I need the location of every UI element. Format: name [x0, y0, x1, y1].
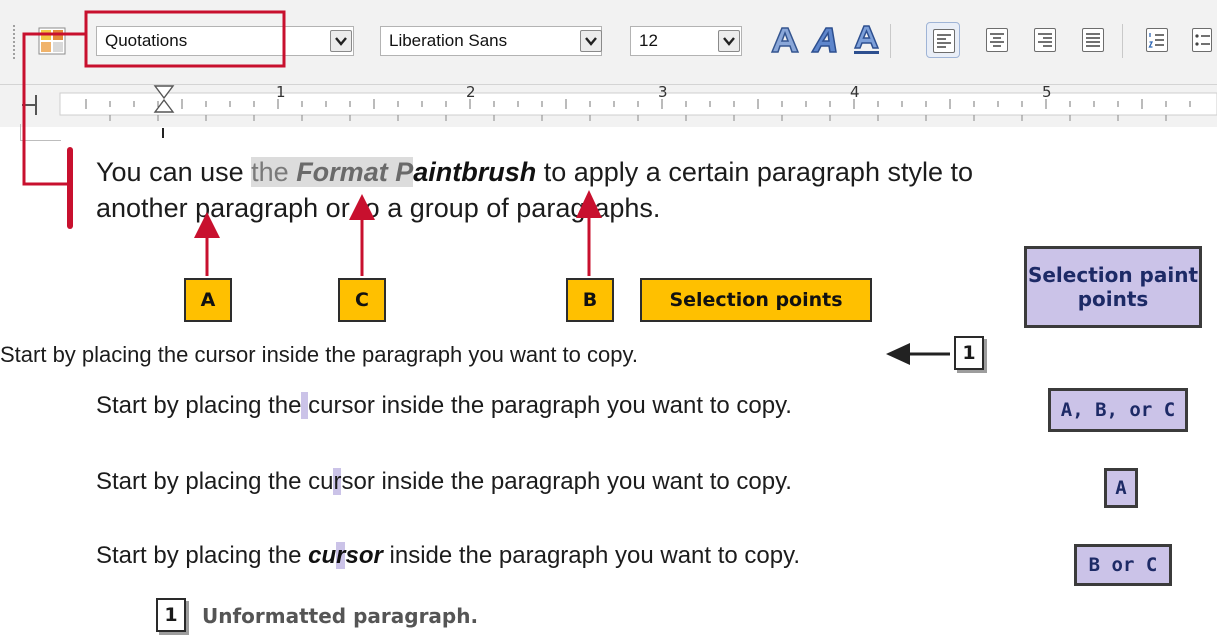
chevron-down-icon — [585, 37, 597, 46]
align-center-icon — [990, 33, 1004, 47]
sample-text: You can use — [96, 157, 252, 187]
result-row-3[interactable]: Start by placing the cursor inside the p… — [96, 542, 800, 570]
row-text: Start by placing the — [96, 542, 309, 569]
result-row-2[interactable]: Start by placing the cursor inside the p… — [96, 468, 792, 496]
bold-italic-text: aintbrush — [413, 157, 537, 187]
sample-paragraph-line-2[interactable]: another paragraph or to a group of parag… — [96, 192, 660, 224]
horizontal-ruler[interactable] — [0, 84, 1217, 127]
font-name-dropdown-button[interactable] — [580, 30, 602, 52]
callout-b: B — [566, 278, 614, 322]
ruler-number-2: 2 — [466, 83, 476, 101]
row-text: cursor inside the paragraph you want to … — [308, 392, 792, 419]
fontwork-underline-icon[interactable] — [848, 22, 884, 58]
selection-paint-points-legend: Selection paint points — [1024, 246, 1202, 328]
arrow-one-head — [886, 343, 910, 365]
step-one-badge: 1 — [954, 336, 984, 370]
ruler-number-5: 5 — [1042, 83, 1052, 101]
fontwork-italic-icon[interactable] — [808, 22, 844, 58]
bold-italic-text: sor — [345, 542, 383, 569]
selection-points-legend: Selection points — [640, 278, 872, 322]
fontwork-shadow-icon[interactable] — [766, 22, 802, 58]
selected-plain-text: the — [251, 157, 297, 187]
chevron-down-icon — [335, 37, 347, 46]
font-size-dropdown-button[interactable] — [718, 30, 740, 52]
result-row-1[interactable]: Start by placing the cursor inside the p… — [96, 392, 792, 420]
font-name-combobox[interactable]: Liberation Sans — [380, 26, 602, 56]
toolbar-separator — [890, 24, 891, 58]
bullet-list-icon — [1195, 34, 1210, 46]
selected-bold-italic-text: Format P — [296, 157, 414, 187]
text-cursor-mark — [162, 128, 164, 138]
paragraph-style-value: Quotations — [105, 31, 188, 50]
footer-number-badge: 1 — [156, 598, 186, 632]
numbered-list-icon — [1148, 33, 1164, 48]
align-right-icon — [1038, 33, 1052, 47]
font-name-value: Liberation Sans — [389, 31, 508, 50]
sample-text: to apply a certain paragraph style to — [536, 157, 973, 187]
font-size-value: 12 — [639, 31, 658, 50]
tab-stop-icon — [22, 95, 37, 115]
toolbar-grip-handle[interactable] — [12, 24, 16, 60]
chevron-down-icon — [723, 37, 735, 46]
align-left-icon — [937, 34, 951, 48]
footer-label: Unformatted paragraph. — [202, 604, 479, 628]
ruler-number-3: 3 — [658, 83, 668, 101]
sample-paragraph-line-1[interactable]: You can use the Format Paintbrush to app… — [96, 156, 973, 188]
row-text: Start by placing the cu — [96, 468, 334, 495]
bold-italic-text: cu — [308, 542, 337, 569]
row-text: Start by placing the — [96, 392, 302, 419]
badge-a: A — [1104, 468, 1138, 508]
toolbar-separator — [1122, 24, 1123, 58]
paragraph-style-combobox[interactable]: Quotations — [96, 26, 354, 56]
styles-icon[interactable] — [38, 26, 66, 56]
selection-paint-points-label: Selection paint points — [1027, 263, 1199, 311]
badge-b-or-c: B or C — [1074, 544, 1172, 586]
justify-button[interactable] — [1076, 22, 1110, 58]
justify-icon — [1086, 33, 1100, 47]
align-right-button[interactable] — [1028, 22, 1062, 58]
indent-marker-icon[interactable] — [152, 84, 178, 118]
callout-a: A — [184, 278, 232, 322]
row-text: sor inside the paragraph you want to cop… — [341, 468, 792, 495]
selected-text: the Format P — [251, 157, 414, 187]
ruler-ticks — [22, 92, 1217, 121]
badge-a-b-or-c: A, B, or C — [1048, 388, 1188, 432]
paragraph-style-dropdown-button[interactable] — [330, 30, 352, 52]
align-left-button[interactable] — [926, 22, 960, 58]
numbered-list-button[interactable] — [1140, 22, 1174, 58]
ruler-number-1: 1 — [276, 83, 286, 101]
align-center-button[interactable] — [980, 22, 1014, 58]
bullet-list-button[interactable] — [1186, 22, 1217, 58]
page-corner-mark — [20, 124, 61, 141]
row-text: inside the paragraph you want to copy. — [382, 542, 801, 569]
original-paragraph[interactable]: Start by placing the cursor inside the p… — [0, 342, 638, 368]
ruler-number-4: 4 — [850, 83, 860, 101]
callout-c: C — [338, 278, 386, 322]
